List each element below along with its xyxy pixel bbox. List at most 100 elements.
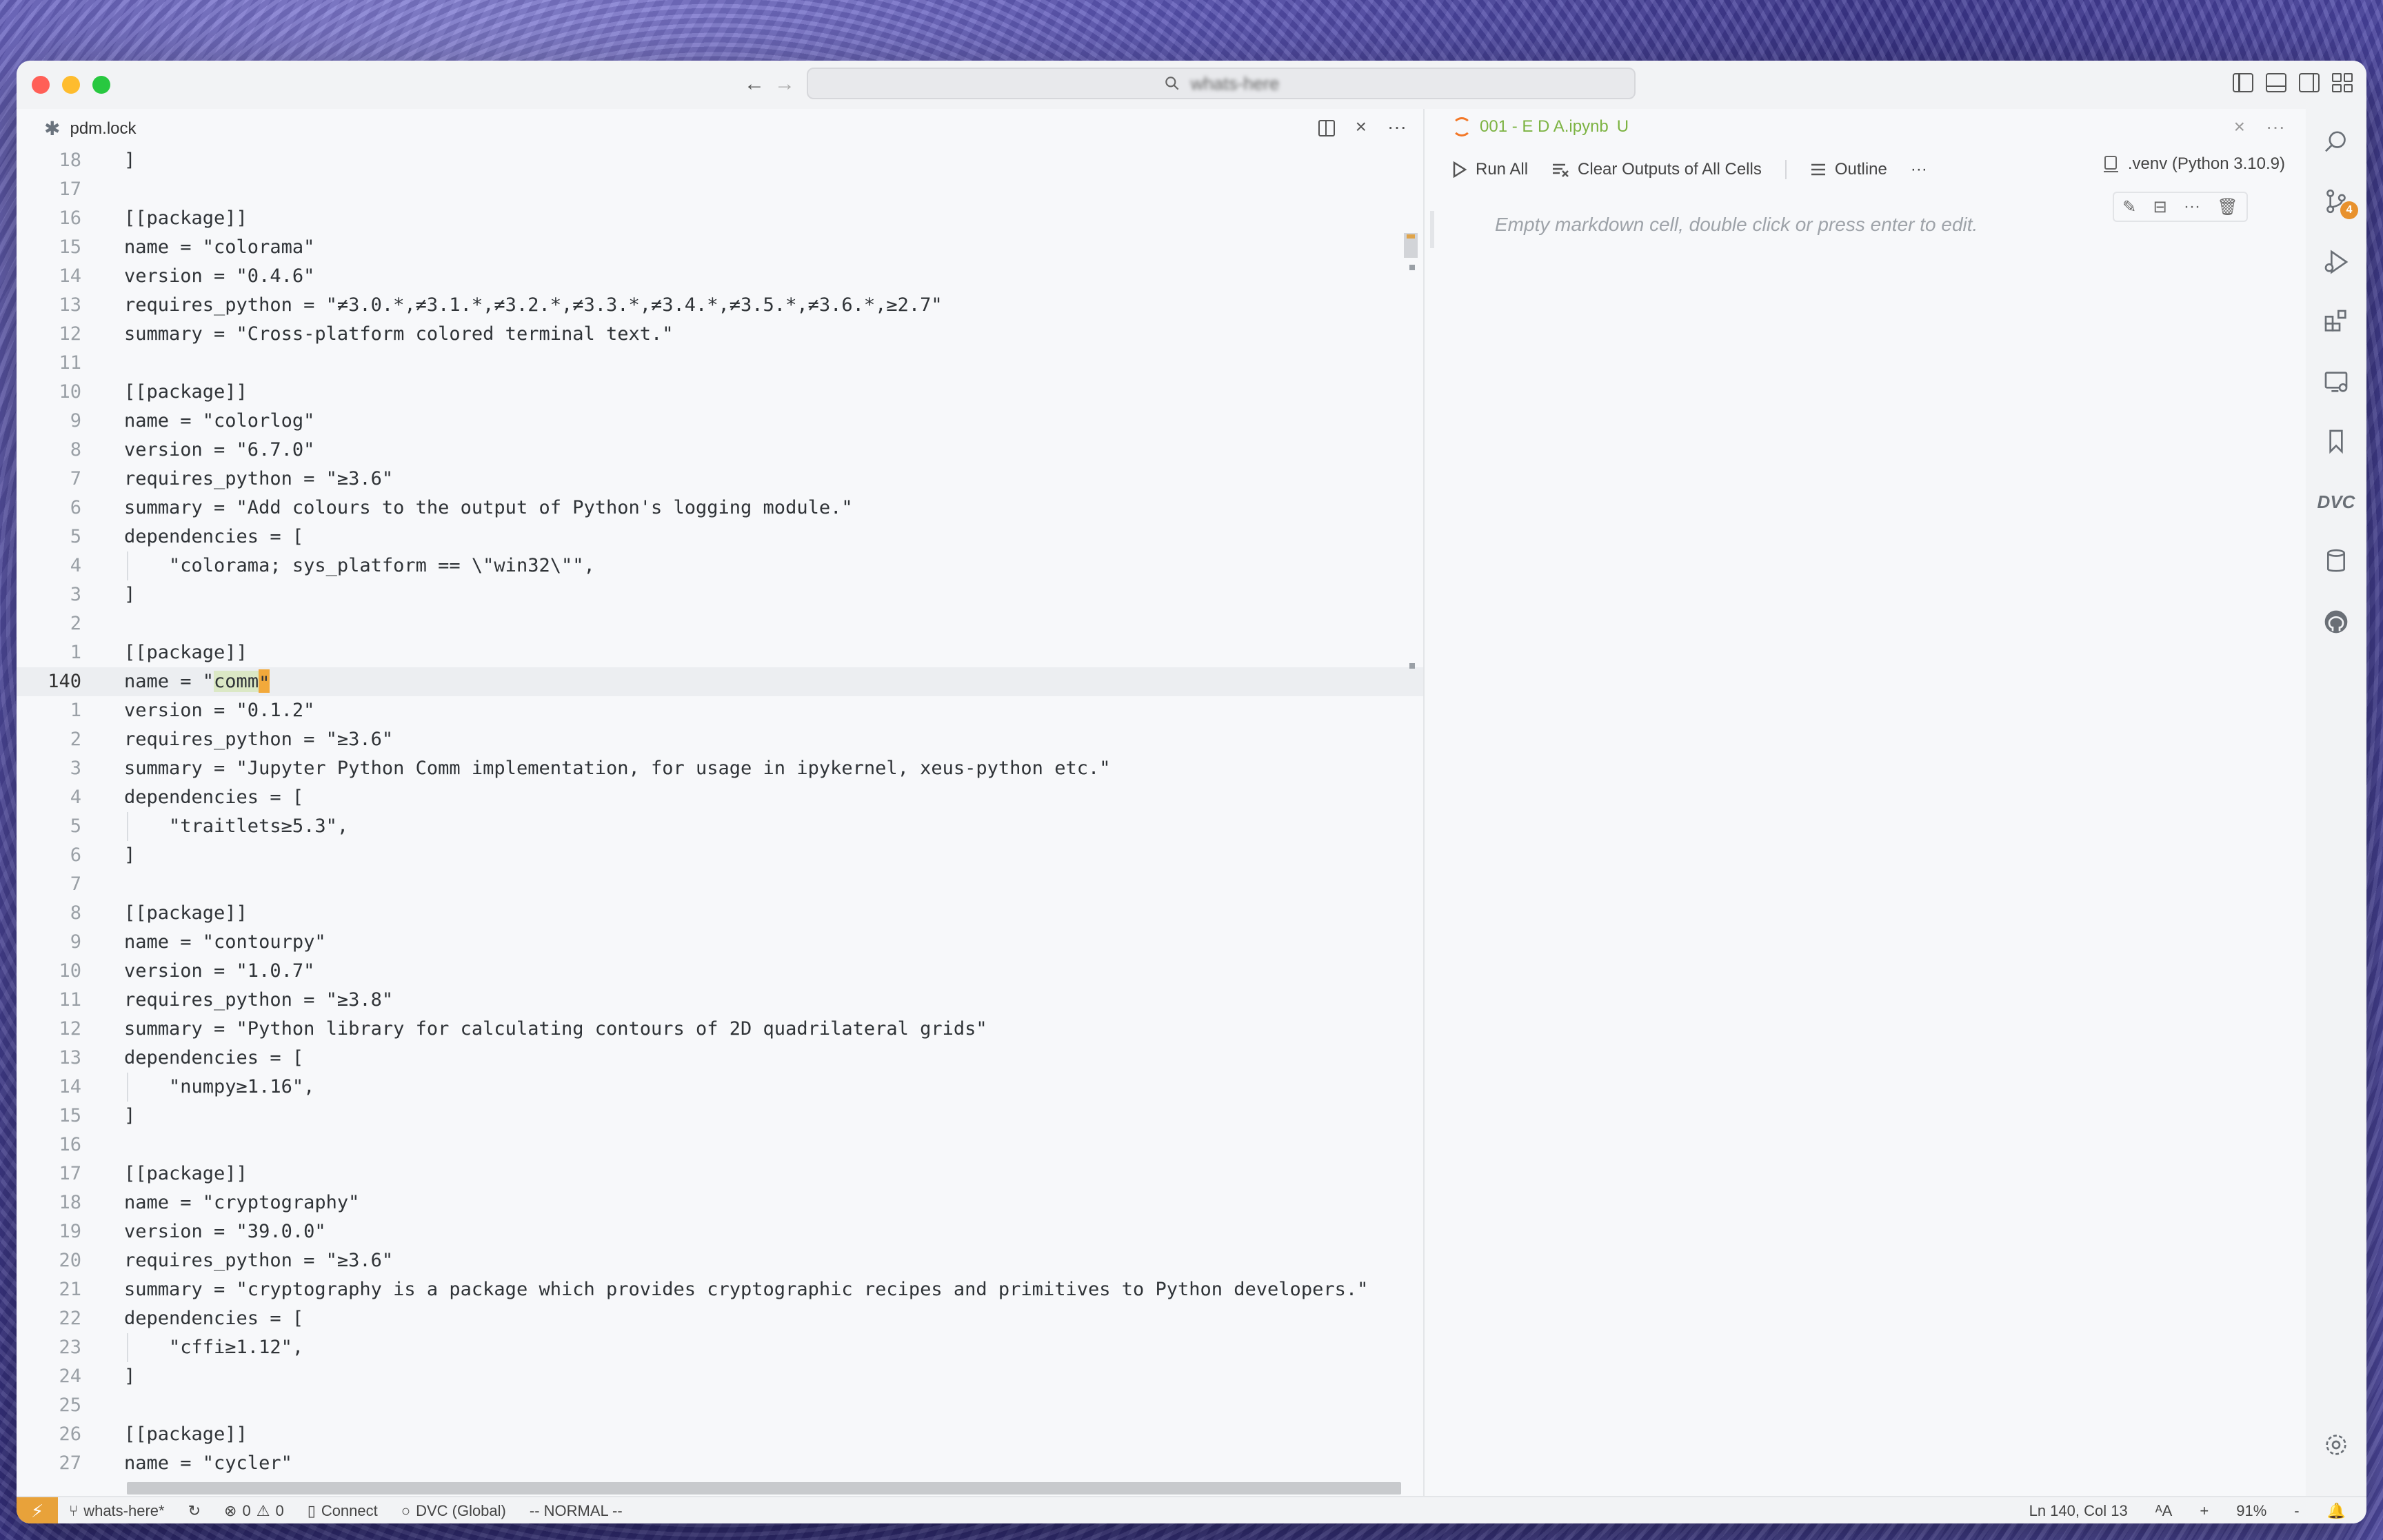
code-line[interactable]: 14 "numpy≥1.16", [17, 1073, 1423, 1102]
code-line[interactable]: 7 requires_python = "≥3.6" [17, 465, 1423, 494]
split-editor-icon[interactable] [1318, 120, 1335, 136]
code-line[interactable]: 3] [17, 580, 1423, 609]
code-line[interactable]: 4 dependencies = [ [17, 783, 1423, 812]
code-line[interactable]: 8 [[package]] [17, 899, 1423, 928]
code-line[interactable]: 8 version = "6.7.0" [17, 436, 1423, 465]
code-line[interactable]: 11 requires_python = "≥3.8" [17, 986, 1423, 1015]
git-branch-item[interactable]: ⑂ whats-here* [69, 1502, 165, 1520]
notifications-bell-icon[interactable]: 🔔 [2327, 1502, 2346, 1520]
code-line[interactable]: 20 requires_python = "≥3.6" [17, 1246, 1423, 1275]
code-line[interactable]: 6] [17, 841, 1423, 870]
code-line[interactable]: 4 "colorama; sys_platform == \"win32\"", [17, 551, 1423, 580]
code-line[interactable]: 1 version = "0.1.2" [17, 696, 1423, 725]
minimize-window-button[interactable] [62, 76, 80, 94]
code-line[interactable]: 17 [[package]] [17, 1159, 1423, 1188]
sync-button[interactable]: ↻ [188, 1502, 201, 1520]
database-icon[interactable] [2306, 540, 2366, 582]
remote-indicator-icon[interactable]: ⚡ [17, 1497, 58, 1523]
code-line[interactable]: 3 summary = "Jupyter Python Comm implemen… [17, 754, 1423, 783]
code-line[interactable]: 5 dependencies = [ [17, 523, 1423, 551]
close-window-button[interactable] [32, 76, 50, 94]
code-line[interactable]: 5 "traitlets≥5.3", [17, 812, 1423, 841]
tab-pdm-lock[interactable]: ✱ pdm.lock [44, 117, 137, 140]
dvc-icon[interactable]: DVC [2306, 481, 2366, 523]
code-line[interactable]: 6 summary = "Add colours to the output of… [17, 494, 1423, 523]
bookmark-icon[interactable] [2306, 421, 2366, 462]
code-line[interactable]: 23 "cffi≥1.12", [17, 1333, 1423, 1362]
problems-item[interactable]: ⊗ 0 ⚠ 0 [224, 1502, 284, 1520]
back-arrow-icon[interactable]: ← [742, 72, 767, 97]
tab-notebook[interactable]: 001 - E D A.ipynb U [1452, 117, 1629, 136]
code-line[interactable]: 18 name = "cryptography" [17, 1188, 1423, 1217]
dvc-status-item[interactable]: ○ DVC (Global) [401, 1502, 506, 1520]
code-line[interactable]: 25 [17, 1391, 1423, 1420]
split-cell-icon[interactable]: ⊟ [2153, 197, 2167, 217]
code-editor[interactable]: 18] 17 16 [[package]] 15 name = "colorama" 14 v… [17, 146, 1423, 1479]
code-line[interactable]: 16 [17, 1131, 1423, 1159]
delete-trash-icon[interactable]: 🗑 [2217, 197, 2238, 217]
code-line[interactable]: 27 name = "cycler" [17, 1449, 1423, 1478]
code-line[interactable]: 13 dependencies = [ [17, 1044, 1423, 1073]
toggle-panel-icon[interactable] [2266, 73, 2286, 92]
github-icon[interactable] [2306, 601, 2366, 642]
code-line[interactable]: 9 name = "colorlog" [17, 407, 1423, 436]
source-control-icon[interactable]: 4 [2306, 181, 2366, 222]
more-actions-icon[interactable]: ··· [2266, 116, 2285, 138]
more-actions-icon[interactable]: ··· [1387, 116, 1407, 138]
code-line[interactable]: 140 name = "comm" [17, 667, 1423, 696]
code-line[interactable]: 10 [[package]] [17, 378, 1423, 407]
zoom-window-button[interactable] [92, 76, 110, 94]
code-line[interactable]: 9 name = "contourpy" [17, 928, 1423, 957]
code-line[interactable]: 16 [[package]] [17, 204, 1423, 233]
code-line[interactable]: 10 version = "1.0.7" [17, 957, 1423, 986]
markdown-cell-placeholder[interactable]: Empty markdown cell, double click or pre… [1495, 214, 1978, 236]
code-line[interactable]: 18] [17, 146, 1423, 175]
code-line[interactable]: 21 summary = "cryptography is a package w… [17, 1275, 1423, 1304]
forward-arrow-icon[interactable]: → [772, 72, 797, 97]
code-line[interactable]: 12 summary = "Cross-platform colored term… [17, 320, 1423, 349]
more-cell-actions-icon[interactable]: ··· [2184, 197, 2200, 216]
clear-outputs-button[interactable]: Clear Outputs of All Cells [1551, 160, 1762, 179]
code-line[interactable]: 22 dependencies = [ [17, 1304, 1423, 1333]
code-line[interactable]: 24] [17, 1362, 1423, 1391]
line-number: 18 [59, 1192, 81, 1213]
code-line[interactable]: 12 summary = "Python library for calculat… [17, 1015, 1423, 1044]
font-size-icon[interactable]: ᴬA [2155, 1502, 2173, 1520]
code-line[interactable]: 2 requires_python = "≥3.6" [17, 725, 1423, 754]
zoom-level[interactable]: 91% [2236, 1502, 2266, 1520]
search-icon[interactable] [2306, 121, 2366, 163]
settings-gear-icon[interactable] [2306, 1424, 2366, 1466]
code-line[interactable]: 26 [[package]] [17, 1420, 1423, 1449]
line-text: ] [124, 1105, 136, 1126]
code-line[interactable]: 2 [17, 609, 1423, 638]
horizontal-scrollbar-thumb[interactable] [127, 1482, 1401, 1495]
kernel-picker[interactable]: .venv (Python 3.10.9) [2103, 154, 2285, 174]
edit-pencil-icon[interactable]: ✎ [2122, 197, 2136, 217]
toggle-secondary-sidebar-icon[interactable] [2299, 73, 2320, 92]
code-line[interactable]: 14 version = "0.4.6" [17, 262, 1423, 291]
code-line[interactable]: 19 version = "39.0.0" [17, 1217, 1423, 1246]
close-icon[interactable]: × [2234, 116, 2245, 138]
code-line[interactable]: 1 [[package]] [17, 638, 1423, 667]
connect-item[interactable]: ▯ Connect [308, 1502, 378, 1520]
run-all-button[interactable]: Run All [1452, 160, 1528, 179]
toggle-primary-sidebar-icon[interactable] [2233, 73, 2253, 92]
code-line[interactable]: 7 [17, 870, 1423, 899]
code-line[interactable]: 17 [17, 175, 1423, 204]
more-toolbar-icon[interactable]: ··· [1911, 160, 1927, 179]
customize-layout-icon[interactable] [2332, 73, 2353, 92]
code-line[interactable]: 15] [17, 1102, 1423, 1131]
zoom-in-button[interactable]: + [2200, 1502, 2209, 1520]
cursor-position[interactable]: Ln 140, Col 13 [2029, 1502, 2128, 1520]
extensions-icon[interactable] [2306, 301, 2366, 342]
run-debug-icon[interactable] [2306, 241, 2366, 283]
code-line[interactable]: 13 requires_python = "≠3.0.*,≠3.1.*,≠3.2.… [17, 291, 1423, 320]
code-line[interactable]: 15 name = "colorama" [17, 233, 1423, 262]
zoom-out-button[interactable]: - [2294, 1502, 2299, 1520]
remote-explorer-icon[interactable] [2306, 361, 2366, 403]
vertical-scrollbar-thumb[interactable] [1404, 233, 1418, 258]
close-icon[interactable]: × [1356, 116, 1367, 138]
outline-button[interactable]: Outline [1810, 160, 1887, 179]
code-line[interactable]: 11 [17, 349, 1423, 378]
command-center[interactable]: whats-here [807, 68, 1636, 99]
